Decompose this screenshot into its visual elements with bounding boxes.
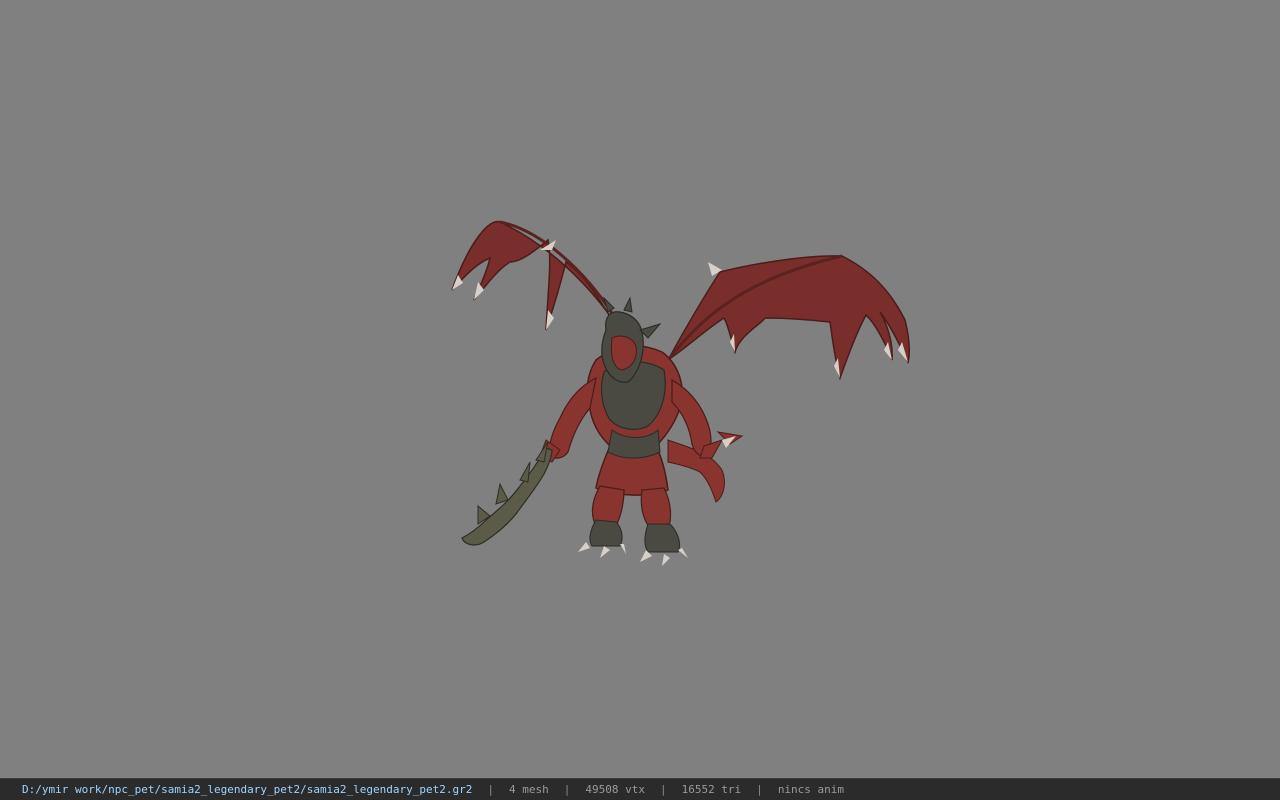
- right-wing: [666, 254, 910, 381]
- status-bar: D:/ymir work/npc_pet/samia2_legendary_pe…: [0, 778, 1280, 800]
- left-wing: [451, 220, 621, 331]
- animation-status: nincs anim: [777, 783, 845, 796]
- triangle-count: 16552 tri: [681, 783, 742, 796]
- dragon-model[interactable]: [0, 0, 1280, 778]
- serrated-sword: [461, 441, 553, 546]
- mesh-count: 4 mesh: [508, 783, 549, 796]
- vertex-count: 49508 vtx: [585, 783, 645, 796]
- right-leg: [640, 487, 688, 566]
- 3d-viewport[interactable]: [0, 0, 1280, 778]
- status-separator: |: [659, 783, 667, 796]
- status-separator: |: [563, 783, 571, 796]
- model-file-path: D:/ymir work/npc_pet/samia2_legendary_pe…: [22, 783, 473, 796]
- left-leg: [578, 485, 626, 558]
- status-separator: |: [756, 783, 763, 796]
- status-separator: |: [487, 783, 494, 796]
